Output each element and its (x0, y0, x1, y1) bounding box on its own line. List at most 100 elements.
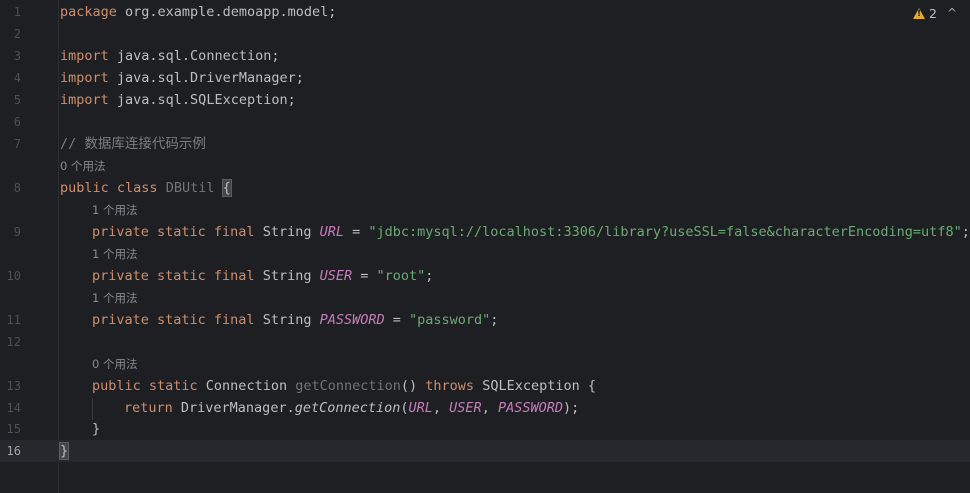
code-line[interactable]: 4 import java.sql.DriverManager; (0, 67, 970, 89)
code-text: import java.sql.DriverManager; (60, 67, 304, 89)
code-line[interactable]: 3 import java.sql.Connection; (0, 45, 970, 67)
code-text: } (58, 440, 70, 462)
code-line[interactable]: 1 package org.example.demoapp.model; (0, 1, 970, 23)
code-token: java.sql.SQLException; (108, 92, 296, 108)
inspection-widget[interactable]: 2 ^ (913, 4, 957, 22)
usage-hint[interactable]: 1 个用法 (92, 243, 137, 265)
code-token: , (432, 400, 450, 416)
code-token: USER (449, 400, 482, 416)
code-token: ); (562, 400, 580, 416)
code-text: public class DBUtil { (60, 177, 232, 199)
code-token: DBUtil (165, 180, 215, 196)
code-token: import (60, 92, 109, 108)
code-token: ( (400, 400, 409, 416)
code-token: "password" (409, 312, 491, 328)
code-token: SQLException { (474, 378, 596, 394)
code-token: import (60, 70, 109, 86)
code-token: } (58, 442, 70, 460)
code-token: private static final (92, 312, 255, 328)
code-token: getConnection (295, 378, 401, 394)
line-number: 16 (6, 444, 21, 458)
code-token: Connection (197, 378, 296, 394)
code-line[interactable]: 6 (0, 111, 970, 133)
line-number: 1 (13, 5, 21, 19)
code-token: String (254, 268, 320, 284)
code-line[interactable]: 15} (0, 418, 970, 440)
warning-icon (913, 7, 925, 19)
code-line[interactable]: 11 private static final String PASSWORD =… (0, 309, 970, 331)
code-line[interactable]: 2 (0, 23, 970, 45)
code-token: String (254, 224, 320, 240)
line-number: 8 (13, 181, 21, 195)
code-token: ; (425, 268, 434, 284)
code-text: private static final String PASSWORD = "… (92, 309, 498, 331)
indent-guide (92, 398, 93, 420)
warning-count: 2 (929, 5, 937, 21)
code-token: "jdbc:mysql://localhost:3306/library?use… (368, 224, 962, 240)
code-token: package (60, 4, 117, 20)
code-text: public static Connection getConnection()… (92, 375, 596, 397)
code-line[interactable]: 16} (0, 440, 970, 462)
code-token: private static final (92, 268, 255, 284)
code-text: return DriverManager.getConnection(URL, … (124, 397, 579, 419)
code-token: URL (408, 400, 433, 416)
code-line[interactable]: 13 public static Connection getConnection… (0, 375, 970, 397)
code-token: getConnection (294, 400, 401, 416)
code-line[interactable]: 8 public class DBUtil { (0, 177, 970, 199)
code-token: PASSWORD (319, 312, 385, 328)
usage-hint[interactable]: 0 个用法 (60, 155, 105, 177)
code-line[interactable]: 9 private static final String URL = "jdbc… (0, 221, 970, 243)
code-token: java.sql.DriverManager; (108, 70, 304, 86)
code-token: public static (92, 378, 198, 394)
code-token: import (60, 48, 109, 64)
code-editor[interactable]: 1 package org.example.demoapp.model; 2 3 imp… (0, 0, 970, 493)
code-text: import java.sql.SQLException; (60, 89, 296, 111)
code-text: import java.sql.Connection; (60, 45, 279, 67)
line-number: 14 (6, 401, 21, 415)
line-number: 7 (13, 137, 21, 151)
code-text: package org.example.demoapp.model; (60, 1, 336, 23)
line-number: 15 (6, 422, 21, 436)
code-text: private static final String URL = "jdbc:… (92, 221, 970, 243)
code-token: String (254, 312, 320, 328)
line-number: 11 (6, 313, 21, 327)
usage-hint[interactable]: 1 个用法 (92, 287, 137, 309)
code-token: "root" (376, 268, 426, 284)
code-line[interactable]: 12 (0, 331, 970, 353)
code-token: USER (319, 268, 353, 284)
line-number: 4 (13, 71, 21, 85)
code-token: java.sql.Connection; (108, 48, 280, 64)
usage-hint[interactable]: 0 个用法 (92, 353, 137, 375)
code-token: } (92, 421, 101, 437)
code-line[interactable]: 5 import java.sql.SQLException; (0, 89, 970, 111)
code-line[interactable]: 10 private static final String USER = "ro… (0, 265, 970, 287)
code-token: () (400, 378, 426, 394)
chevron-up-icon[interactable]: ^ (947, 6, 957, 20)
line-number: 5 (13, 93, 21, 107)
line-number: 6 (13, 115, 21, 129)
line-number: 9 (13, 225, 21, 239)
code-token: ; (961, 224, 970, 240)
code-text: } (92, 418, 100, 440)
code-token: public class (60, 180, 158, 196)
code-line[interactable]: 7 // 数据库连接代码示例 (0, 133, 970, 155)
code-token: // 数据库连接代码示例 (60, 136, 206, 152)
code-token: PASSWORD (497, 400, 563, 416)
usage-hint[interactable]: 1 个用法 (92, 199, 137, 221)
line-number: 3 (13, 49, 21, 63)
code-token: = (352, 268, 377, 284)
line-number: 12 (6, 335, 21, 349)
code-text: private static final String USER = "root… (92, 265, 433, 287)
code-token: DriverManager. (172, 400, 295, 416)
code-token: = (343, 224, 369, 240)
code-line[interactable]: 14 return DriverManager.getConnection(URL… (0, 397, 970, 419)
code-token: = (384, 312, 410, 328)
line-number: 13 (6, 379, 21, 393)
code-token: , (481, 400, 498, 416)
line-number: 2 (13, 27, 21, 41)
code-token: throws (425, 378, 475, 394)
code-token: org.example.demoapp.model; (116, 4, 337, 20)
code-text: // 数据库连接代码示例 (60, 133, 206, 155)
